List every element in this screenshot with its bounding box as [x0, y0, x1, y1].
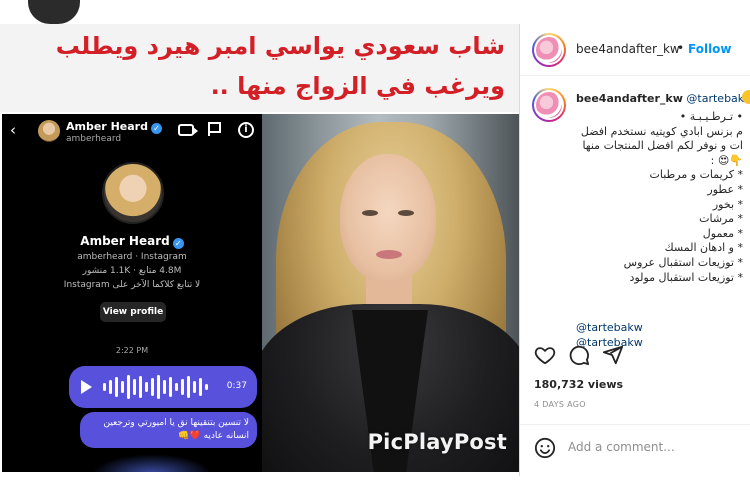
- dm-profile-stats: 4.8M متابع · 1.1K منشور: [82, 266, 182, 276]
- dm-header-icons: i: [178, 122, 254, 138]
- verified-badge-icon: ✓: [150, 123, 162, 134]
- voice-duration: 0:37: [226, 381, 247, 391]
- caption-mention[interactable]: @tartebakw: [686, 92, 750, 105]
- author-username[interactable]: bee4andafter_kw: [576, 42, 680, 56]
- like-heart-icon[interactable]: [534, 344, 556, 366]
- video-call-icon: [178, 122, 198, 138]
- headline-line-1: شاب سعودي يواسي امبر هيرد ويطلب: [55, 32, 505, 60]
- headline-line-2: ويرغب في الزواج منها ..: [210, 72, 505, 100]
- dm-profile-sub: amberheard · Instagram: [77, 252, 187, 262]
- caption-line: * كريمات و مرطبات: [649, 168, 743, 182]
- caption-line: * توزيعات استقبال مولود: [629, 270, 743, 284]
- info-icon: i: [238, 122, 254, 138]
- dm-text-message: لا تنسين بتنقينها نق يا اميورتي وترجعين …: [80, 412, 257, 448]
- top-decoration: [28, 0, 80, 24]
- caption-username[interactable]: bee4andafter_kw: [576, 92, 683, 105]
- dm-screenshot: ‹ Amber Heard ✓ amberheard i Amber Heard ✓…: [2, 114, 262, 472]
- share-paper-plane-icon[interactable]: [602, 344, 624, 366]
- caption-line: * مرشات: [699, 212, 743, 226]
- dm-contact-handle: amberheard: [66, 134, 122, 144]
- post-media: شاب سعودي يواسي امبر هيرد ويطلب ويرغب في…: [0, 0, 519, 500]
- caption-header: bee4andafter_kw @tartebakw: [576, 92, 750, 105]
- caption-line: * و ادهان المسك: [664, 241, 743, 255]
- views-count[interactable]: 180,732 views: [534, 378, 623, 391]
- caption-line: 👇😍 :: [710, 153, 743, 167]
- caption-line: * توزيعات استقبال عروس: [623, 255, 743, 269]
- caption-line: م بزنس ابادي كويتيه نستخدم افضل: [580, 124, 743, 138]
- post-header: bee4andafter_kw • Follow: [520, 24, 750, 76]
- woman-photo: PicPlayPost: [262, 114, 519, 472]
- caption-line: * عطور: [707, 182, 743, 196]
- separator-dot: •: [677, 41, 685, 55]
- caption-text: • تـرطـيـبـة • م بزنس ابادي كويتيه نستخد…: [543, 110, 743, 285]
- comment-box: Add a comment...: [520, 424, 750, 476]
- play-icon: [81, 380, 92, 394]
- post-timestamp[interactable]: 4 DAYS AGO: [534, 400, 586, 409]
- voice-message-bubble: 0:37: [69, 366, 257, 408]
- waveform: [103, 374, 208, 400]
- action-bar: [520, 344, 750, 374]
- follow-button[interactable]: Follow: [688, 42, 732, 56]
- dm-header: ‹ Amber Heard ✓ amberheard i: [2, 114, 262, 150]
- dm-timestamp: 2:22 PM: [115, 346, 149, 355]
- dm-profile-name: Amber Heard ✓: [2, 234, 262, 249]
- caption-line: * معمول: [702, 226, 743, 240]
- dm-avatar-small: [38, 120, 60, 142]
- bottom-glow: [92, 454, 212, 472]
- caption-line: * بخور: [712, 197, 743, 211]
- post-sidebar: bee4andafter_kw • Follow bee4andafter_kw…: [519, 24, 750, 476]
- back-arrow-icon: ‹: [10, 121, 16, 139]
- author-avatar[interactable]: [532, 33, 566, 67]
- photo-face: [340, 154, 436, 282]
- dm-follow-note: لا تتابع كلاكما الآخر على Instagram: [63, 280, 201, 290]
- comment-icon[interactable]: [568, 344, 590, 366]
- report-flag-icon: [208, 122, 224, 138]
- dm-avatar-large: [102, 162, 164, 224]
- view-profile-button: View profile: [100, 302, 166, 322]
- add-comment-input[interactable]: Add a comment...: [568, 440, 675, 454]
- emoji-smile-icon[interactable]: [534, 437, 556, 459]
- watermark: PicPlayPost: [367, 430, 507, 454]
- caption-line: ات و نوفر لكم افضل المنتجات منها: [582, 139, 743, 153]
- caption-tag-link[interactable]: @tartebakw: [576, 320, 643, 335]
- caption: bee4andafter_kw @tartebakw • تـرطـيـبـة …: [520, 82, 750, 349]
- emoji-icon: [742, 90, 750, 104]
- dm-contact-name: Amber Heard ✓: [66, 120, 162, 134]
- verified-badge-icon: ✓: [172, 238, 184, 249]
- caption-line: • تـرطـيـبـة •: [679, 110, 743, 123]
